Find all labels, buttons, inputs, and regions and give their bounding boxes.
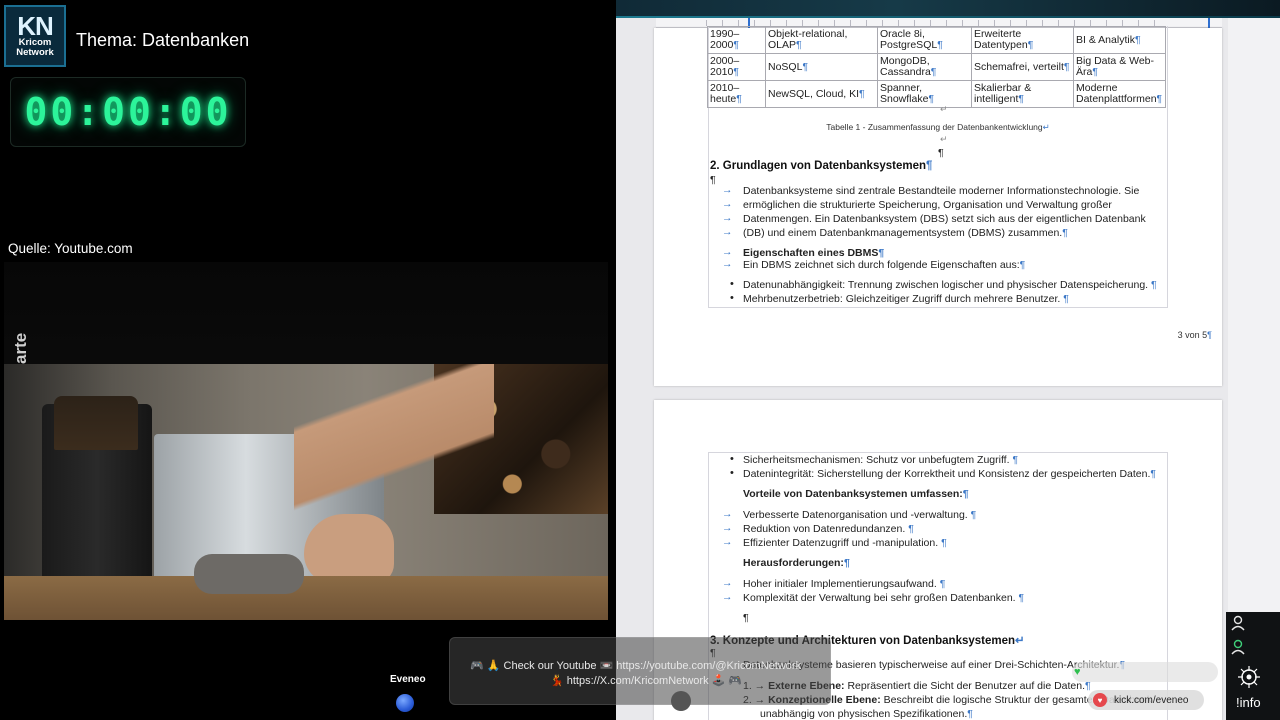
table-cell[interactable]: Moderne Datenplattformen¶: [1073, 80, 1166, 108]
table-row: 2010–heute¶ NewSQL, Cloud, KI¶ Spanner, …: [707, 80, 1166, 108]
table-cell[interactable]: Spanner, Snowflake¶: [877, 80, 972, 108]
table-cell[interactable]: NoSQL¶: [765, 53, 878, 81]
table-row: 1990–2000¶ Objekt-relational, OLAP¶ Orac…: [707, 26, 1166, 54]
list-item[interactable]: Hoher initialer Implementierungsaufwand.…: [743, 578, 945, 590]
stream-overlay: KN Kricom Network Thema: Datenbanken 00:…: [0, 0, 616, 720]
list-item[interactable]: Sicherheitsmechanismen: Schutz vor unbef…: [743, 454, 1018, 466]
tab-arrow: →: [722, 577, 733, 589]
section-2-heading[interactable]: 2. Grundlagen von Datenbanksystemen¶: [710, 160, 932, 172]
return-mark: ↵: [940, 104, 948, 114]
paragraph-line[interactable]: Datenbanksysteme sind zentrale Bestandte…: [743, 185, 1139, 197]
tab-arrow: →: [722, 198, 733, 210]
pilcrow: ¶: [743, 612, 749, 624]
tab-arrow: →: [722, 591, 733, 603]
notification-pill: [1072, 662, 1218, 682]
table-cell[interactable]: NewSQL, Cloud, KI¶: [765, 80, 878, 108]
video-frame[interactable]: [4, 364, 608, 620]
dbms-heading[interactable]: Eigenschaften eines DBMS¶: [743, 247, 884, 259]
document-page-3[interactable]: 1990–2000¶ Objekt-relational, OLAP¶ Orac…: [654, 26, 1222, 386]
kricom-logo: KN Kricom Network: [4, 5, 66, 67]
table-row: 2000–2010¶ NoSQL¶ MongoDB, Cassandra¶ Sc…: [707, 53, 1166, 81]
bullet-dot: •: [730, 467, 734, 479]
tab-arrow: →: [722, 536, 733, 548]
table-cell[interactable]: MongoDB, Cassandra¶: [877, 53, 972, 81]
logo-network: Kricom Network: [16, 37, 54, 58]
table-cell[interactable]: Erweiterte Datentypen¶: [971, 26, 1074, 54]
paragraph-line[interactable]: ermöglichen die strukturierte Speicherun…: [743, 199, 1112, 211]
youtube-link[interactable]: 🎮 🙏 Check our Youtube 📼 https://youtube.…: [470, 659, 801, 672]
paragraph-line[interactable]: Datenmengen. Ein Datenbanksystem (DBS) s…: [743, 213, 1146, 225]
x-link[interactable]: 💃 https://X.com/KricomNetwork 🕹️ 🎮: [550, 674, 742, 687]
tab-arrow: →: [722, 508, 733, 520]
list-item[interactable]: Verbesserte Datenorganisation und -verwa…: [743, 509, 976, 521]
tab-arrow: →: [722, 212, 733, 224]
paragraph-line[interactable]: (DB) und einem Datenbankmanagementsystem…: [743, 227, 1068, 239]
table-cell[interactable]: Schemafrei, verteilt¶: [971, 53, 1074, 81]
bullet-dot: •: [730, 278, 734, 290]
table-cell[interactable]: 2010–heute¶: [707, 80, 766, 108]
blue-orb-icon: [396, 694, 414, 712]
pilcrow: ¶: [938, 147, 944, 159]
vorteile-heading[interactable]: Vorteile von Datenbanksystemen umfassen:…: [743, 488, 969, 500]
bullet-dot: •: [730, 292, 734, 304]
tab-arrow: →: [722, 246, 733, 258]
list-item[interactable]: Komplexität der Verwaltung bei sehr groß…: [743, 592, 1024, 604]
list-item[interactable]: Datenintegrität: Sicherstellung der Korr…: [743, 468, 1156, 480]
gray-orb-icon: [671, 691, 691, 711]
heart-icon: ♥: [1093, 693, 1107, 707]
timer-panel: 00:00:00: [10, 77, 246, 147]
table-cell[interactable]: 1990–2000¶: [707, 26, 766, 54]
table-caption[interactable]: Tabelle 1 - Zusammenfassung der Datenban…: [654, 122, 1222, 133]
return-mark: ↵: [940, 134, 948, 144]
table-cell[interactable]: Oracle 8i, PostgreSQL¶: [877, 26, 972, 54]
green-heart-icon: ♥: [1074, 666, 1081, 678]
page-number: 3 von 5¶: [1177, 330, 1212, 340]
timer-display: 00:00:00: [24, 90, 232, 134]
eveneo-label: Eveneo: [390, 674, 426, 685]
table-cell[interactable]: Skalierbar & intelligent¶: [971, 80, 1074, 108]
logo-kn: KN: [17, 11, 54, 41]
arte-watermark: arte: [11, 333, 30, 364]
social-banner[interactable]: 🎮 🙏 Check our Youtube 📼 https://youtube.…: [449, 637, 831, 705]
list-item[interactable]: Effizienter Datenzugriff und -manipulati…: [743, 537, 947, 549]
dbms-intro[interactable]: Ein DBMS zeichnet sich durch folgende Ei…: [743, 259, 1025, 271]
tab-arrow: →: [722, 258, 733, 270]
document-editor[interactable]: 1990–2000¶ Objekt-relational, OLAP¶ Orac…: [616, 18, 1228, 720]
pilcrow: ¶: [710, 174, 716, 186]
svg-text:arte: arte: [11, 333, 30, 364]
info-label: !info: [1236, 695, 1261, 710]
bullet-dot: •: [730, 453, 734, 465]
screen: KN Kricom Network Thema: Datenbanken 00:…: [0, 0, 1280, 720]
info-logo-icon[interactable]: [1236, 664, 1262, 690]
list-item[interactable]: Mehrbenutzerbetrieb: Gleichzeitiger Zugr…: [743, 293, 1069, 305]
herausforderungen-heading[interactable]: Herausforderungen:¶: [743, 557, 850, 569]
tab-arrow: →: [722, 184, 733, 196]
kick-channel-label: kick.com/eveneo: [1114, 694, 1189, 706]
topic-title: Thema: Datenbanken: [76, 30, 250, 50]
table-cell[interactable]: Objekt-relational, OLAP¶: [765, 26, 878, 54]
table-cell[interactable]: 2000–2010¶: [707, 53, 766, 81]
user-icon[interactable]: [1231, 615, 1245, 631]
numbered-item-continuation[interactable]: unabhängig von physischen Spezifikatione…: [760, 708, 973, 720]
tab-arrow: →: [722, 226, 733, 238]
user-green-icon[interactable]: [1231, 639, 1245, 655]
list-item[interactable]: Reduktion von Datenredundanzen. ¶: [743, 523, 914, 535]
list-item[interactable]: Datenunabhängigkeit: Trennung zwischen l…: [743, 279, 1157, 291]
history-table[interactable]: 1990–2000¶ Objekt-relational, OLAP¶ Orac…: [707, 26, 1166, 108]
source-label: Quelle: Youtube.com: [8, 241, 133, 256]
table-cell[interactable]: BI & Analytik¶: [1073, 26, 1166, 54]
tab-arrow: →: [722, 522, 733, 534]
table-cell[interactable]: Big Data & Web-Ära¶: [1073, 53, 1166, 81]
